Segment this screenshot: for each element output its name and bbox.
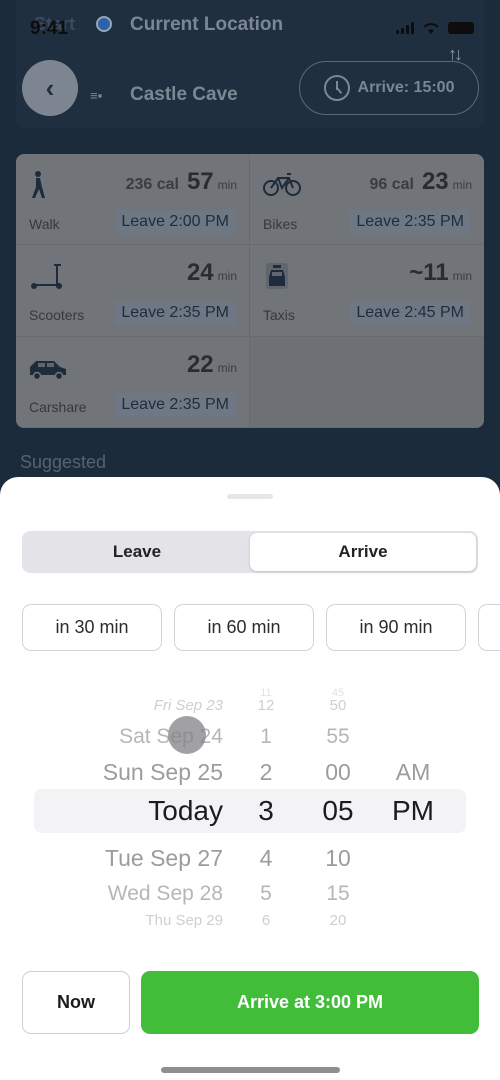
leave-time: Leave 2:35 PM (115, 301, 235, 326)
arrive-time-button[interactable]: Arrive: 15:00 (299, 61, 479, 115)
mode-carshare[interactable]: 22 min Carshare Leave 2:35 PM (16, 336, 250, 428)
touch-indicator (168, 716, 206, 754)
mode-name: Taxis (263, 307, 295, 324)
quick-option-60[interactable]: in 60 min (174, 604, 314, 651)
car-icon (30, 360, 66, 380)
chevron-left-icon: ‹ (45, 72, 55, 103)
leave-time: Leave 2:00 PM (115, 210, 235, 234)
quick-option-30[interactable]: in 30 min (22, 604, 162, 651)
minute-option: 50 (329, 697, 347, 714)
date-option: Sun Sep 25 (102, 759, 223, 785)
minute-selected: 05 (322, 795, 354, 826)
duration: 24 (186, 259, 214, 287)
calories: 236 cal (125, 176, 179, 193)
date-option: Fri Sep 23 (153, 697, 223, 714)
mode-bikes[interactable]: 96 cal 23 min Bikes Leave 2:35 PM (250, 154, 484, 246)
duration-unit: min (217, 360, 237, 375)
signal-icon (396, 22, 414, 34)
minute-option: 15 (326, 882, 350, 905)
minute-option: 00 (325, 759, 351, 785)
hour-option: 4 (259, 845, 273, 871)
minute-option: 20 (329, 912, 347, 929)
current-location-icon (96, 16, 112, 32)
date-selected: Today (148, 795, 223, 826)
calories: 96 cal (369, 176, 414, 193)
minute-wheel[interactable]: 45 50 55 00 05 10 15 20 (312, 685, 364, 935)
mode-name: Carshare (29, 398, 87, 415)
leave-arrive-segmented-control: Leave Arrive (22, 531, 478, 573)
taxi-icon (266, 263, 288, 290)
leave-time: Leave 2:35 PM (350, 210, 470, 234)
duration: 57 (186, 168, 214, 195)
now-button[interactable]: Now (22, 971, 130, 1034)
mode-taxis[interactable]: ~11 min Taxis Leave 2:45 PM (250, 245, 484, 337)
segment-leave[interactable]: Leave (24, 533, 250, 571)
hour-option: 5 (260, 882, 272, 905)
status-time: 9:41 (30, 18, 69, 39)
scooter-icon (31, 264, 62, 290)
segment-arrive[interactable]: Arrive (250, 533, 476, 571)
mode-scooters[interactable]: 24 min Scooters Leave 2:35 PM (16, 245, 250, 337)
hour-option: 2 (259, 759, 273, 785)
hour-option: 1 (260, 725, 272, 748)
mode-name: Walk (29, 216, 60, 232)
duration-unit: min (452, 269, 472, 284)
duration-unit: min (452, 178, 472, 192)
duration: 22 (186, 350, 214, 378)
time-picker-sheet: Leave Arrive in 30 min in 60 min in 90 m… (0, 477, 500, 1080)
duration-unit: min (217, 269, 237, 284)
confirm-arrive-button[interactable]: Arrive at 3:00 PM (141, 971, 479, 1034)
battery-icon (448, 22, 474, 34)
date-option: Wed Sep 28 (107, 882, 223, 905)
hour-option: 12 (257, 697, 275, 714)
minute-option: 10 (325, 845, 351, 871)
quick-option-more[interactable] (478, 604, 500, 651)
leave-time: Leave 2:45 PM (350, 301, 470, 326)
destination-icon: ≡▪ (90, 88, 103, 103)
destination[interactable]: Castle Cave (130, 84, 238, 106)
arrive-time-label: Arrive: 15:00 (357, 79, 455, 96)
start-location[interactable]: Current Location (130, 14, 283, 36)
sheet-grabber[interactable] (227, 494, 273, 499)
hour-wheel[interactable]: 11 12 1 2 3 4 5 6 (248, 685, 284, 935)
date-option: Tue Sep 27 (104, 845, 223, 871)
status-icons (396, 22, 474, 34)
transport-modes-grid: 236 cal 57 min Walk Leave 2:00 PM 96 cal… (16, 154, 484, 428)
hour-option: 6 (261, 912, 271, 929)
empty-cell (250, 336, 484, 428)
date-time-picker[interactable]: Fri Sep 23 Sat Sep 24 Sun Sep 25 Today T… (0, 685, 500, 935)
walk-icon (32, 171, 45, 198)
clock-icon (323, 75, 350, 101)
ampm-wheel[interactable]: AM PM (385, 685, 441, 935)
duration: 23 (421, 168, 449, 195)
duration: ~11 (409, 259, 449, 287)
minute-option: 55 (326, 725, 350, 748)
mode-name: Scooters (29, 307, 85, 324)
mode-name: Bikes (263, 216, 298, 232)
leave-time: Leave 2:35 PM (115, 392, 235, 417)
back-button[interactable]: ‹ (22, 60, 78, 116)
suggested-heading: Suggested (20, 452, 107, 472)
wifi-icon (423, 23, 439, 34)
hour-selected: 3 (258, 795, 274, 826)
bike-icon (263, 173, 301, 196)
home-indicator (161, 1067, 340, 1073)
quick-time-options: in 30 min in 60 min in 90 min (22, 604, 500, 651)
ampm-selected: PM (392, 795, 434, 826)
mode-walk[interactable]: 236 cal 57 min Walk Leave 2:00 PM (16, 154, 250, 246)
duration-unit: min (217, 178, 237, 192)
ampm-option: AM (395, 759, 431, 785)
date-option: Thu Sep 29 (145, 912, 223, 929)
quick-option-90[interactable]: in 90 min (326, 604, 466, 651)
